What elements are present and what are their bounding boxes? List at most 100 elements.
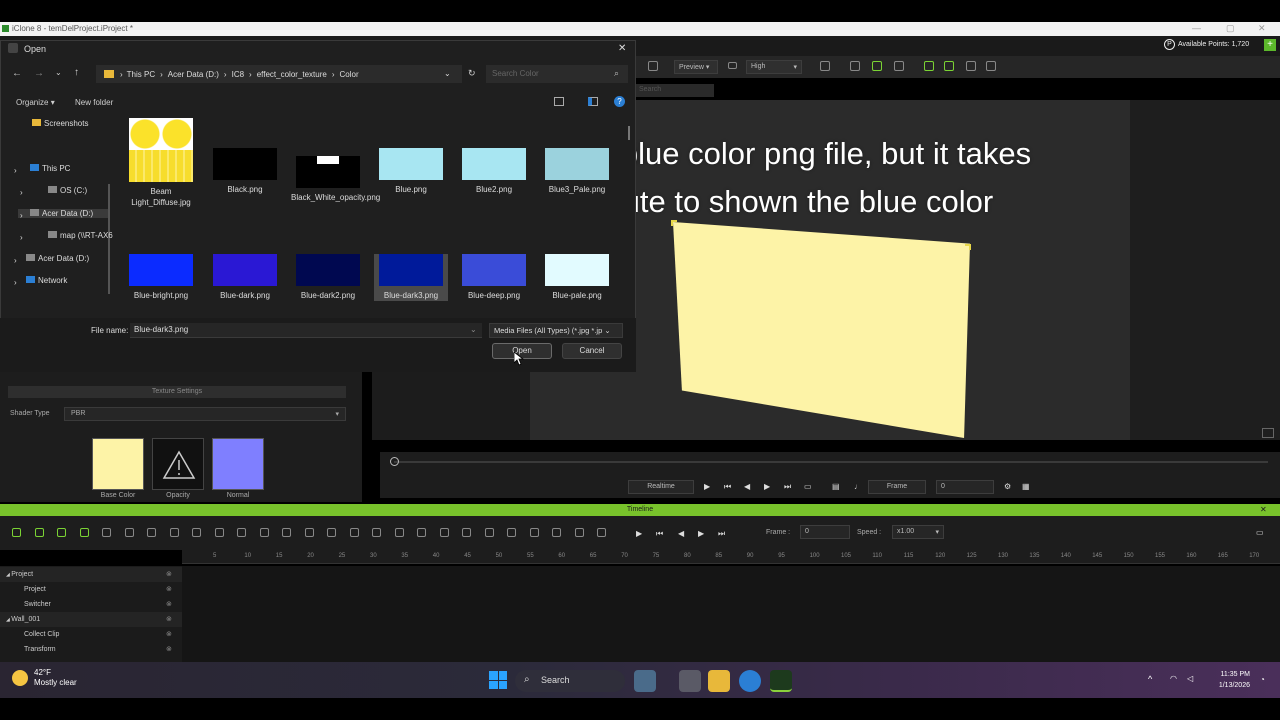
frame-input[interactable]: 0	[936, 480, 994, 494]
timeline-tool-icon[interactable]	[192, 528, 201, 537]
file-item[interactable]: Black.png	[208, 148, 282, 195]
normal-swatch[interactable]	[212, 438, 264, 490]
timeline-track-row[interactable]: ◢ Project ⊗	[0, 567, 182, 582]
timeline-tool-icon[interactable]	[597, 528, 606, 537]
timeline-tool-icon[interactable]	[282, 528, 291, 537]
opacity-swatch[interactable]	[152, 438, 204, 490]
timeline-tool-icon[interactable]	[439, 528, 449, 537]
speed-dropdown[interactable]: x1.00 ▾	[892, 525, 944, 539]
expand-chevron-icon[interactable]: ›	[14, 278, 17, 287]
timeline-track-row[interactable]: Transform ⊗	[0, 642, 182, 657]
timeline-tool-icon[interactable]	[462, 528, 471, 537]
timeline-prev-icon[interactable]: ◀	[678, 529, 684, 538]
address-dropdown-icon[interactable]: ⌄	[444, 69, 451, 78]
film-icon[interactable]: ▦	[1022, 482, 1030, 491]
track-mute-icon[interactable]: ⊗	[166, 567, 172, 582]
tray-chevron-icon[interactable]: ^	[1148, 674, 1152, 684]
first-frame-icon[interactable]: ⏮	[724, 482, 731, 492]
weather-widget[interactable]: 42°F Mostly clear	[12, 668, 77, 688]
file-explorer-icon[interactable]	[708, 670, 730, 692]
grid-icon[interactable]	[966, 61, 976, 71]
recent-icon[interactable]: ⌄	[55, 68, 62, 77]
timeline-tool-icon[interactable]	[12, 528, 21, 537]
widgets-icon[interactable]	[679, 670, 701, 692]
tool-icon-3[interactable]	[872, 61, 882, 71]
nav-item[interactable]: map (\\RT-AX6	[48, 231, 113, 240]
timeline-tool-icon[interactable]	[349, 528, 359, 537]
maximize-button[interactable]: ▢	[1226, 23, 1235, 34]
mark-icon[interactable]: ▤	[832, 482, 840, 491]
nav-item[interactable]: Screenshots	[32, 119, 88, 128]
edge-icon[interactable]	[739, 670, 761, 692]
breadcrumb-acer-data[interactable]: Acer Data (D:)	[168, 70, 219, 79]
timeline-tool-icon[interactable]	[57, 528, 66, 537]
timeline-play-icon[interactable]: ▶	[636, 529, 642, 538]
timeline-tool-icon[interactable]	[34, 528, 44, 537]
tool-icon-1[interactable]	[820, 61, 830, 71]
timeline-tool-icon[interactable]	[417, 528, 426, 537]
next-frame-icon[interactable]: ▶	[764, 482, 770, 491]
nav-item[interactable]: Acer Data (D:)	[18, 209, 108, 218]
expand-chevron-icon[interactable]: ›	[20, 188, 23, 197]
timeline-tool-icon[interactable]	[79, 528, 89, 537]
view-options-icon[interactable]	[554, 97, 564, 106]
close-timeline-icon[interactable]: ✕	[1260, 505, 1267, 514]
folder-search-input[interactable]: Search Color ⌕	[486, 65, 628, 83]
timeline-frame-input[interactable]: 0	[800, 525, 850, 539]
notification-icon[interactable]: ◔	[1260, 675, 1265, 684]
file-item[interactable]: Blue-dark.png	[208, 254, 282, 301]
tool-icon-5[interactable]	[924, 61, 934, 71]
wifi-icon[interactable]: ◠	[1170, 674, 1177, 683]
flag-icon[interactable]	[944, 61, 954, 71]
file-item[interactable]: Blue-bright.png	[124, 254, 198, 301]
timeline-tool-icon[interactable]	[552, 528, 561, 537]
file-item[interactable]: Beam Light_Diffuse.jpg	[124, 118, 198, 208]
timeline-tool-icon[interactable]	[169, 528, 179, 537]
nav-item[interactable]: OS (C:)	[48, 186, 87, 195]
timeline-tool-icon[interactable]	[529, 528, 539, 537]
timeline-tool-icon[interactable]	[147, 528, 156, 537]
timeline-track-row[interactable]: ◢ Wall_001 ⊗	[0, 612, 182, 627]
loop-icon[interactable]: ▭	[804, 482, 812, 491]
file-item[interactable]: Blue-dark3.png	[374, 254, 448, 301]
file-type-dropdown[interactable]: Media Files (All Types) (*.jpg *.jp ⌄	[489, 323, 623, 338]
file-item[interactable]: Blue3_Pale.png	[540, 148, 614, 195]
camera-icon[interactable]	[648, 61, 658, 71]
add-points-button[interactable]: +	[1264, 39, 1276, 51]
frame-mode-dropdown[interactable]: Frame	[868, 480, 926, 494]
track-mute-icon[interactable]: ⊗	[166, 627, 172, 642]
organize-menu[interactable]: Organize ▾	[16, 98, 55, 107]
close-app-button[interactable]: ✕	[1258, 23, 1266, 34]
address-bar[interactable]: › This PC › Acer Data (D:) › IC8 › effect_c…	[96, 65, 462, 83]
file-item[interactable]: Blue-deep.png	[457, 254, 531, 301]
timeline-tool-icon[interactable]	[574, 528, 584, 537]
taskview-icon[interactable]	[634, 670, 656, 692]
music-icon[interactable]: ♩	[854, 482, 862, 491]
timeline-tool-icon[interactable]	[102, 528, 111, 537]
expand-chevron-icon[interactable]: ›	[14, 166, 17, 175]
expand-chevron-icon[interactable]: ›	[14, 256, 17, 265]
close-dialog-button[interactable]: ✕	[618, 43, 626, 54]
breadcrumb-ic8[interactable]: IC8	[232, 70, 244, 79]
timeline-track-row[interactable]: Project ⊗	[0, 582, 182, 597]
refresh-icon[interactable]: ↻	[468, 68, 476, 79]
viewport-search[interactable]: Search	[636, 84, 714, 97]
points-indicator[interactable]: P Available Points: 1,720	[1164, 39, 1249, 50]
comment-icon[interactable]: ▭	[1256, 528, 1264, 537]
file-name-input[interactable]: Blue-dark3.png ⌄	[130, 323, 482, 338]
new-folder-button[interactable]: New folder	[75, 98, 113, 107]
timeline-tool-icon[interactable]	[304, 528, 314, 537]
preview-pane-icon[interactable]	[588, 97, 598, 106]
minimize-button[interactable]: —	[1192, 23, 1201, 33]
timeline-ruler[interactable]: 5 10 15 20 25 30 35 40 45 50 55 60 65 70 75 80 85 90 95 100…	[182, 550, 1280, 564]
back-icon[interactable]: ←	[12, 68, 22, 79]
up-icon[interactable]: ↑	[74, 67, 79, 78]
expand-chevron-icon[interactable]: ›	[20, 211, 23, 220]
play-icon[interactable]: ▶	[704, 482, 710, 491]
file-name-dropdown-icon[interactable]: ⌄	[470, 325, 477, 334]
expand-chevron-icon[interactable]: ›	[20, 233, 23, 242]
brush-icon[interactable]	[986, 61, 996, 71]
tool-icon-4[interactable]	[894, 61, 904, 71]
timeline-tool-icon[interactable]	[214, 528, 224, 537]
file-item[interactable]: Black_White_opacity.png	[291, 148, 380, 203]
